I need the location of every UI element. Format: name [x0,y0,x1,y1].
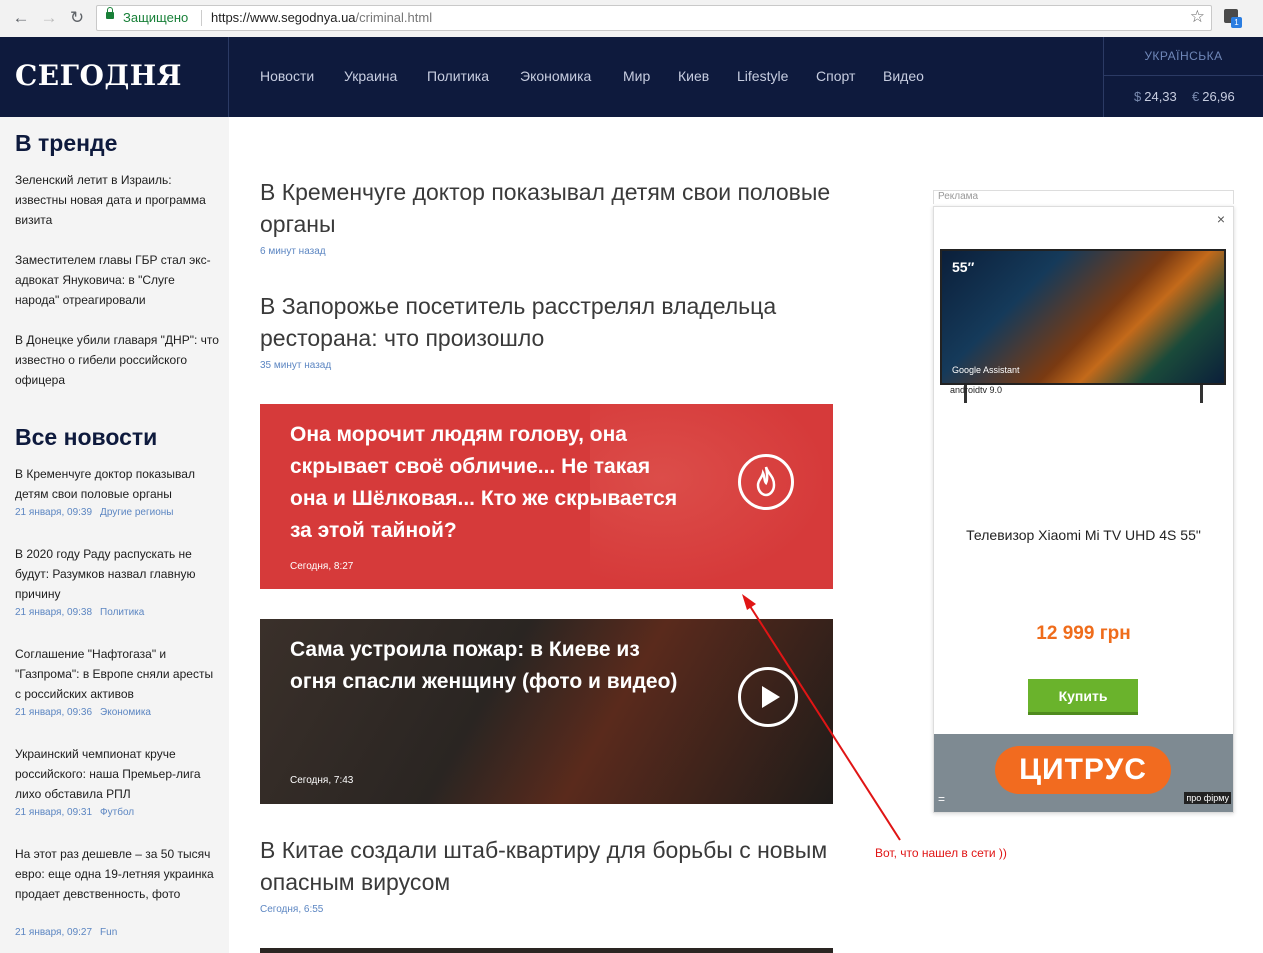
annotation-text: Вот, что нашел в сети )) [875,846,1007,860]
annotation-arrow [742,594,901,841]
